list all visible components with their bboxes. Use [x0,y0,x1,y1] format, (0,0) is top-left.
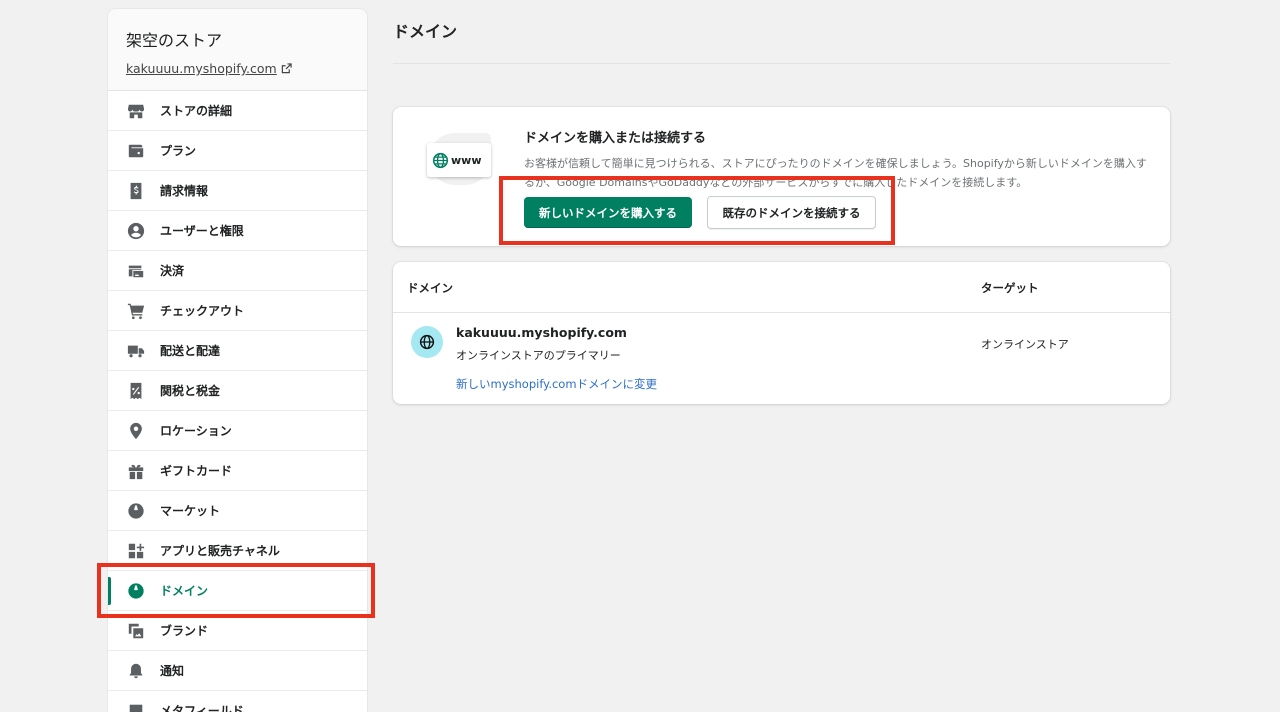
sidebar-item-label: マーケット [160,504,221,518]
sidebar-item-label: チェックアウト [160,304,245,318]
sidebar-item-label: ユーザーと権限 [160,224,244,238]
cart-icon [126,301,146,321]
sidebar-item-billing[interactable]: 請求情報 [108,171,367,211]
truck-icon [126,341,146,361]
apps-icon [126,541,146,561]
tax-receipt-icon [126,381,146,401]
sidebar-item-payments[interactable]: 決済 [108,251,367,291]
domain-subtitle: オンラインストアのプライマリー [456,349,621,362]
sidebar-item-label: 請求情報 [160,184,209,198]
sidebar-item-label: 関税と税金 [160,384,221,398]
domain-avatar [411,326,443,358]
sidebar-item-store-details[interactable]: ストアの詳細 [108,91,367,131]
sidebar-item-taxes[interactable]: 関税と税金 [108,371,367,411]
sidebar-item-label: アプリと販売チャネル [160,544,280,558]
brand-image-icon [126,621,146,641]
location-pin-icon [126,421,146,441]
settings-sidebar: 架空のストア kakuuuu.myshopify.com ストアの詳細 プラン … [108,9,367,712]
domain-list-card: ドメイン ターゲット kakuuuu.myshopify.com オンラインスト… [393,262,1170,404]
www-label: www [451,153,482,167]
store-name: 架空のストア [126,31,223,50]
green-globe-icon [432,152,449,168]
external-link-icon [281,63,292,74]
wallet-icon [126,141,146,161]
store-header: 架空のストア kakuuuu.myshopify.com [108,9,367,91]
sidebar-item-plan[interactable]: プラン [108,131,367,171]
connect-domain-card: www ドメインを購入または接続する お客様が信頼して簡単に見つけられる、ストア… [393,107,1170,246]
globe-icon [126,501,146,521]
sidebar-item-gift-cards[interactable]: ギフトカード [108,451,367,491]
payment-card-icon [126,261,146,281]
domain-target: オンラインストア [981,338,1069,351]
sidebar-item-label: ドメイン [160,584,209,598]
sidebar-item-label: ストアの詳細 [160,104,233,118]
billing-icon [126,181,146,201]
page-title: ドメイン [393,22,458,41]
sidebar-item-label: ギフトカード [160,464,233,478]
store-url-text[interactable]: kakuuuu.myshopify.com [126,61,277,76]
sidebar-item-metafields[interactable]: メタフィールド [108,691,367,712]
sidebar-item-markets[interactable]: マーケット [108,491,367,531]
table-header: ドメイン ターゲット [393,262,1170,313]
connect-domain-button[interactable]: 既存のドメインを接続する [707,196,876,229]
sidebar-item-label: 通知 [160,664,185,678]
sidebar-item-checkout[interactable]: チェックアウト [108,291,367,331]
sidebar-item-shipping[interactable]: 配送と配達 [108,331,367,371]
metafield-icon [126,701,146,712]
user-icon [126,221,146,241]
sidebar-item-notifications[interactable]: 通知 [108,651,367,691]
sidebar-item-brand[interactable]: ブランド [108,611,367,651]
www-badge: www [427,143,491,177]
sidebar-item-label: 決済 [160,264,185,278]
domain-globe-icon [126,581,146,601]
globe-icon [419,334,435,350]
sidebar-item-users[interactable]: ユーザーと権限 [108,211,367,251]
sidebar-item-label: プラン [160,144,197,158]
domain-name: kakuuuu.myshopify.com [456,325,627,340]
sidebar-item-domains[interactable]: ドメイン [108,571,367,611]
connect-card-title: ドメインを購入または接続する [524,131,707,146]
sidebar-item-apps[interactable]: アプリと販売チャネル [108,531,367,571]
buy-domain-button[interactable]: 新しいドメインを購入する [524,197,692,228]
connect-card-description: お客様が信頼して簡単に見つけられる、ストアにぴったりのドメインを確保しましょう。… [524,157,1147,189]
column-header-domain: ドメイン [407,281,453,295]
sidebar-item-locations[interactable]: ロケーション [108,411,367,451]
sidebar-item-label: メタフィールド [160,704,244,712]
store-url-link[interactable]: kakuuuu.myshopify.com [126,61,349,76]
column-header-target: ターゲット [981,281,1039,295]
store-icon [126,101,146,121]
sidebar-item-label: 配送と配達 [160,344,221,358]
change-domain-link[interactable]: 新しいmyshopify.comドメインに変更 [456,376,657,392]
www-illustration: www [423,129,491,189]
gift-icon [126,461,146,481]
bell-icon [126,661,146,681]
title-divider [393,63,1170,64]
sidebar-item-label: ロケーション [160,424,232,438]
sidebar-item-label: ブランド [160,624,209,638]
